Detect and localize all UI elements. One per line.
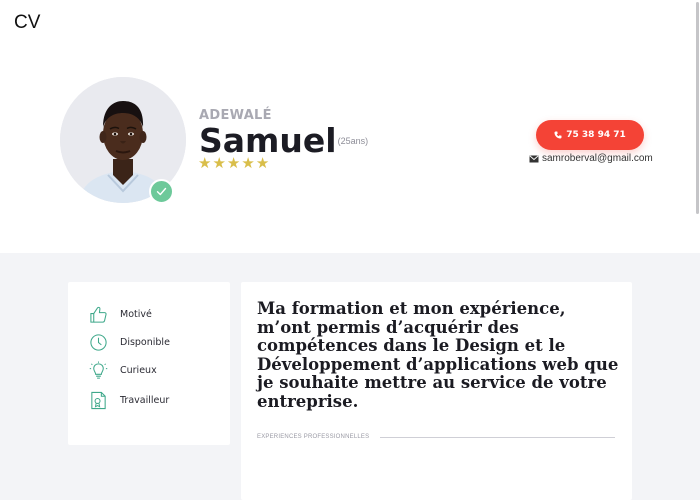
- age-label: (25ans): [337, 136, 369, 146]
- qualities-card: Motivé Disponible Curieux Travailleur: [68, 282, 230, 445]
- quality-label: Travailleur: [120, 395, 170, 406]
- scrollbar[interactable]: [696, 0, 700, 500]
- star-icon: ★: [212, 155, 226, 172]
- star-icon: ★: [255, 155, 270, 172]
- quality-item: Disponible: [89, 333, 170, 352]
- rating-stars: ★ ★ ★ ★ ★: [198, 155, 269, 173]
- section-title: EXPERIENCES PROFESSIONNELLES: [257, 434, 370, 440]
- avatar-container: [60, 77, 186, 204]
- profile-header: CV ADEWALÉ Samuel (25ans) ★ ★ ★ ★ ★ 75 3…: [0, 0, 700, 253]
- phone-number: 75 38 94 71: [566, 130, 626, 140]
- section-header: EXPERIENCES PROFESSIONNELLES: [257, 434, 615, 440]
- star-icon: ★: [241, 155, 255, 172]
- star-icon: ★: [198, 155, 212, 172]
- verified-badge: [149, 179, 174, 204]
- quality-label: Disponible: [120, 337, 170, 348]
- quality-item: Curieux: [89, 361, 157, 380]
- quality-label: Motivé: [120, 309, 152, 320]
- page-title: CV: [14, 12, 41, 33]
- certificate-icon: [89, 391, 108, 410]
- intro-statement: Ma formation et mon expérience, m’ont pe…: [257, 299, 619, 411]
- quality-item: Travailleur: [89, 391, 169, 410]
- envelope-icon: [529, 154, 539, 162]
- clock-icon: [89, 333, 108, 352]
- main-content-card: Ma formation et mon expérience, m’ont pe…: [241, 282, 632, 500]
- email-address: samroberval@gmail.com: [542, 153, 653, 164]
- star-icon: ★: [226, 155, 241, 172]
- thumbs-up-icon: [89, 305, 108, 324]
- quality-item: Motivé: [89, 305, 152, 324]
- phone-icon: [554, 131, 562, 139]
- scrollbar-thumb[interactable]: [696, 2, 699, 214]
- phone-button[interactable]: 75 38 94 71: [536, 120, 644, 150]
- email-link[interactable]: samroberval@gmail.com: [529, 153, 653, 164]
- section-divider: [380, 436, 615, 438]
- lightbulb-icon: [89, 361, 108, 380]
- quality-label: Curieux: [120, 365, 157, 376]
- check-icon: [156, 187, 167, 196]
